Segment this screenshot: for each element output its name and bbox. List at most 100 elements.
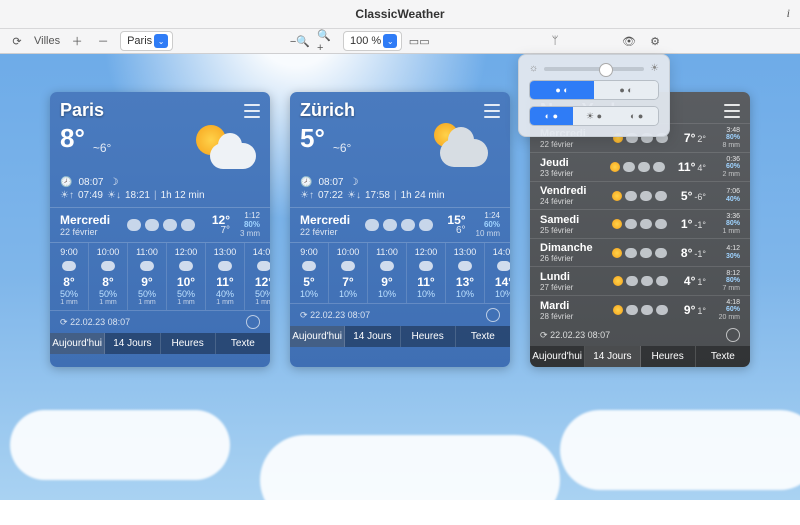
refresh-button[interactable]: ⟳ (8, 32, 26, 50)
hour-temp: 5° (290, 275, 328, 289)
day-row[interactable]: Jeudi 23 février 11° 4° 0:36 60% 2 mm (530, 152, 750, 181)
tab-heures[interactable]: Heures (401, 326, 456, 347)
day-name: Vendredi (540, 185, 598, 197)
hour-label: 11:00 (128, 247, 166, 257)
weather-card: Zürich 5° ~6° 🕗 08:07 ☽☀↑ 07:22 ☀↓ 17:58… (290, 92, 510, 367)
hour-weather-icon (446, 257, 484, 275)
day-date: 26 février (540, 254, 598, 263)
day-time: 3:48 (726, 127, 740, 134)
day-lo: 4° (697, 163, 706, 173)
day-hi: 8° (681, 246, 692, 260)
location-button[interactable] (246, 315, 260, 329)
day-time: 7:06 (726, 188, 740, 195)
day-row[interactable]: Mardi 28 février 9° 1° 4:18 60% 20 mm (530, 295, 750, 324)
today-date: 22 février (60, 227, 110, 237)
sunrise-time: 07:22 (318, 190, 343, 201)
day-hi: 4° (684, 274, 695, 288)
add-city-button[interactable]: ＋ (68, 32, 86, 50)
hour-temp: 12° (245, 275, 270, 289)
tab-aujourd'hui[interactable]: Aujourd'hui (50, 333, 105, 354)
today-period-icons (116, 219, 206, 231)
toolbar: ⟳ Villes ＋ － Paris ⌄ −🔍 🔍+ 100 % ⌄ ▭▭ ᛘ … (0, 29, 800, 54)
day-row[interactable]: Dimanche 26 février 8° -1° 4:12 30% (530, 238, 750, 266)
brightness-slider[interactable] (544, 67, 644, 71)
hour-column: 9:00 8° 50% 1 mm (50, 243, 89, 310)
hour-column: 12:00 10° 50% 1 mm (167, 243, 206, 310)
settings-button[interactable]: ⚙ (646, 32, 664, 50)
hour-label: 13:00 (446, 247, 484, 257)
tab-14-jours[interactable]: 14 Jours (345, 326, 400, 347)
sunset-icon: ☀↓ (107, 190, 121, 201)
tab-14-jours[interactable]: 14 Jours (105, 333, 160, 354)
last-updated: 22.02.23 08:07 (70, 317, 130, 327)
day-lo: -6° (694, 192, 706, 202)
day-row[interactable]: Vendredi 24 février 5° -6° 7:06 40% (530, 181, 750, 209)
day-name: Dimanche (540, 242, 598, 254)
day-row[interactable]: Lundi 27 février 4° 1° 8:12 80% 7 mm (530, 266, 750, 295)
tab-aujourd'hui[interactable]: Aujourd'hui (530, 346, 585, 367)
window-titlebar: ClassicWeather i (0, 0, 800, 29)
day-length: 1h 24 min (401, 190, 445, 201)
theme-segment-1[interactable]: ● ◐● ◐ (529, 80, 659, 100)
city-select[interactable]: Paris ⌄ (120, 31, 173, 51)
card-menu-button[interactable] (242, 104, 260, 118)
day-row[interactable]: Samedi 25 février 1° -1° 3:36 80% 1 mm (530, 209, 750, 238)
tab-heures[interactable]: Heures (161, 333, 216, 354)
info-button[interactable]: i (787, 6, 790, 21)
weather-card: Paris 8° ~6° 🕗 08:07 ☽☀↑ 07:49 ☀↓ 18:21 … (50, 92, 270, 367)
hour-precip-mm: 1 mm (128, 299, 166, 306)
hierarchy-button[interactable]: ᛘ (546, 32, 564, 50)
zoom-in-button[interactable]: 🔍+ (317, 32, 335, 50)
day-name: Samedi (540, 214, 598, 226)
location-button[interactable] (726, 328, 740, 342)
tab-aujourd'hui[interactable]: Aujourd'hui (290, 326, 345, 347)
hour-column: 10:00 8° 50% 1 mm (89, 243, 128, 310)
hour-label: 10:00 (329, 247, 367, 257)
day-period-icons (604, 219, 675, 229)
day-time: 0:36 (726, 156, 740, 163)
refresh-icon[interactable]: ⟳ (60, 317, 68, 327)
layout-button[interactable]: ▭▭ (410, 32, 428, 50)
hour-label: 13:00 (206, 247, 244, 257)
remove-city-button[interactable]: － (94, 32, 112, 50)
current-low: ~6° (333, 141, 351, 155)
hourly-forecast[interactable]: 9:00 8° 50% 1 mm10:00 8° 50% 1 mm11:00 9… (50, 243, 270, 311)
hour-precip-mm: 1 mm (206, 299, 244, 306)
hourly-forecast[interactable]: 9:00 5° 10% 10:00 7° 10% 11:00 9° 10% 12… (290, 243, 510, 304)
zoom-out-button[interactable]: −🔍 (291, 32, 309, 50)
hour-column: 10:00 7° 10% (329, 243, 368, 303)
current-temp: 5° (300, 123, 325, 154)
day-name: Jeudi (540, 157, 598, 169)
day-date: 25 février (540, 226, 598, 235)
clock-icon: 🕗 (60, 177, 72, 188)
app-title: ClassicWeather (0, 7, 800, 21)
tab-texte[interactable]: Texte (456, 326, 510, 347)
day-date: 28 février (540, 312, 598, 321)
tab-texte[interactable]: Texte (696, 346, 750, 367)
hour-precip-mm: 1 mm (50, 299, 88, 306)
day-lo: -1° (694, 220, 706, 230)
tab-heures[interactable]: Heures (641, 346, 696, 367)
hour-precip-pct: 10% (329, 289, 367, 299)
day-precip-pct: 40% (726, 196, 740, 203)
card-menu-button[interactable] (722, 104, 740, 118)
city-name: Zürich (300, 100, 355, 121)
hour-column: 9:00 5° 10% (290, 243, 329, 303)
card-menu-button[interactable] (482, 104, 500, 118)
tab-14-jours[interactable]: 14 Jours (585, 346, 640, 367)
today-period-icons (356, 219, 441, 231)
zoom-select[interactable]: 100 % ⌄ (343, 31, 402, 51)
hour-weather-icon (407, 257, 445, 275)
hour-precip-pct: 50% (245, 289, 270, 299)
hour-weather-icon (167, 257, 205, 275)
day-lo: -1° (694, 249, 706, 259)
refresh-icon[interactable]: ⟳ (540, 330, 548, 340)
appearance-button[interactable]: 👁 (620, 32, 638, 50)
local-time: 08:07 (78, 177, 103, 188)
tab-texte[interactable]: Texte (216, 333, 270, 354)
cities-label: Villes (34, 35, 60, 47)
theme-segment-2[interactable]: ◐ ●☀ ●◐ ● (529, 106, 659, 126)
refresh-icon[interactable]: ⟳ (300, 310, 308, 320)
location-button[interactable] (486, 308, 500, 322)
card-tabs: Aujourd'hui14 JoursHeuresTexte (290, 326, 510, 347)
